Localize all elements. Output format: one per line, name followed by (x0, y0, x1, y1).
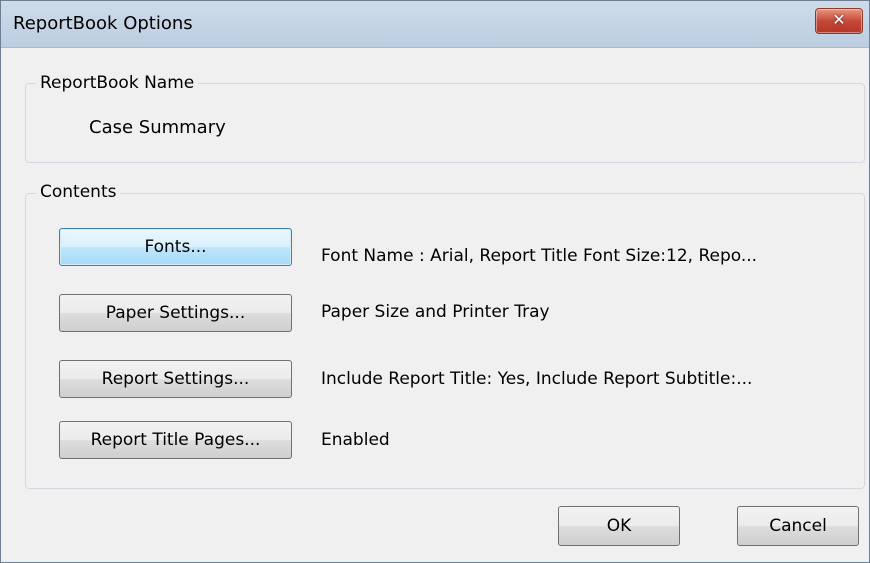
contents-legend: Contents (36, 182, 121, 202)
fonts-description: Font Name : Arial, Report Title Font Siz… (321, 246, 758, 266)
report-title-pages-button[interactable]: Report Title Pages... (59, 421, 292, 459)
window-title: ReportBook Options (13, 13, 193, 34)
ok-button[interactable]: OK (558, 506, 680, 546)
reportbook-name-legend: ReportBook Name (36, 73, 199, 93)
cancel-button[interactable]: Cancel (737, 506, 859, 546)
close-button[interactable]: ✕ (815, 8, 863, 34)
report-settings-button[interactable]: Report Settings... (59, 360, 292, 398)
close-icon: ✕ (832, 10, 846, 29)
fonts-button[interactable]: Fonts... (59, 228, 292, 266)
reportbook-name-value: Case Summary (89, 117, 226, 138)
paper-settings-button[interactable]: Paper Settings... (59, 294, 292, 332)
report-settings-description: Include Report Title: Yes, Include Repor… (321, 369, 753, 389)
paper-settings-description: Paper Size and Printer Tray (321, 302, 550, 322)
title-bar: ReportBook Options ✕ (1, 1, 869, 48)
dialog-window: ReportBook Options ✕ ReportBook Name Cas… (0, 0, 870, 563)
report-title-pages-description: Enabled (321, 430, 390, 450)
